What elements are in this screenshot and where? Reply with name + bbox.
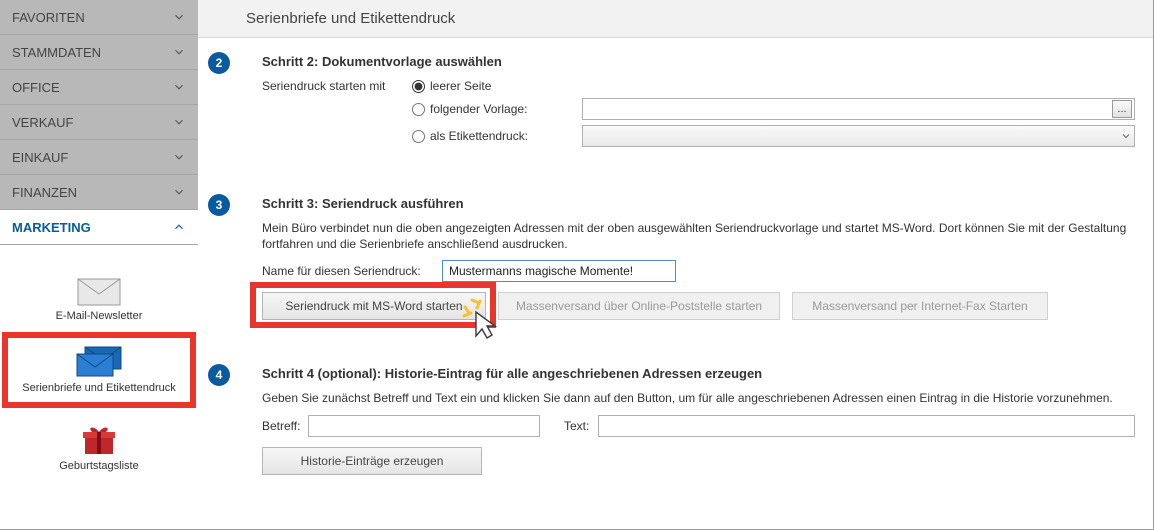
chevron-down-icon bbox=[172, 80, 186, 94]
chevron-down-icon bbox=[172, 115, 186, 129]
sidebar-group-office[interactable]: OFFICE bbox=[0, 70, 198, 105]
sidebar-group-finanzen[interactable]: FINANZEN bbox=[0, 175, 198, 210]
sidebar-group-label: FINANZEN bbox=[12, 185, 77, 200]
sidebar-group-verkauf[interactable]: VERKAUF bbox=[0, 105, 198, 140]
template-path-field[interactable]: ... bbox=[582, 98, 1135, 120]
sidebar-group-label: OFFICE bbox=[12, 80, 60, 95]
step-4: 4 Schritt 4 (optional): Historie-Eintrag… bbox=[228, 350, 1153, 485]
betreff-label: Betreff: bbox=[262, 419, 308, 433]
text-label: Text: bbox=[564, 419, 598, 433]
step-3-desc: Mein Büro verbindet nun die oben angezei… bbox=[262, 221, 1135, 252]
chevron-down-icon bbox=[172, 45, 186, 59]
radio-template-input[interactable] bbox=[412, 103, 425, 116]
app-root: FAVORITEN STAMMDATEN OFFICE VERKAUF EINK… bbox=[0, 0, 1154, 530]
step-2-lead-label: Seriendruck starten mit bbox=[262, 79, 412, 93]
sidebar-group-label: VERKAUF bbox=[12, 115, 73, 130]
radio-blank-page-label: leerer Seite bbox=[430, 79, 491, 93]
browse-button[interactable]: ... bbox=[1112, 100, 1132, 118]
tile-label: Serienbriefe und Etikettendruck bbox=[18, 382, 179, 394]
sidebar-group-label: EINKAUF bbox=[12, 150, 68, 165]
main-panel: Serienbriefe und Etikettendruck 2 Schrit… bbox=[198, 0, 1153, 529]
sidebar-group-favoriten[interactable]: FAVORITEN bbox=[0, 0, 198, 35]
chevron-up-icon bbox=[172, 220, 186, 234]
tile-geburtstagsliste[interactable]: Geburtstagsliste bbox=[0, 416, 198, 480]
start-online-poststelle-button[interactable]: Massenversand über Online-Poststelle sta… bbox=[498, 292, 780, 320]
main-body: 2 Schritt 2: Dokumentvorlage auswählen S… bbox=[198, 38, 1153, 529]
step-3: 3 Schritt 3: Seriendruck ausführen Mein … bbox=[228, 180, 1153, 330]
chevron-down-icon bbox=[172, 10, 186, 24]
sidebar-marketing-panel: E-Mail-Newsletter Serienbriefe und Etike… bbox=[0, 245, 198, 529]
sidebar-group-label: STAMMDATEN bbox=[12, 45, 101, 60]
tile-label: Geburtstagsliste bbox=[59, 460, 138, 472]
tile-serienbriefe[interactable]: Serienbriefe und Etikettendruck bbox=[0, 338, 198, 402]
radio-labelprint-label: als Etikettendruck: bbox=[430, 129, 528, 143]
radio-labelprint[interactable]: als Etikettendruck: bbox=[412, 129, 528, 143]
step-2-title: Schritt 2: Dokumentvorlage auswählen bbox=[262, 54, 1135, 69]
sidebar-group-label: FAVORITEN bbox=[12, 10, 85, 25]
envelope-icon bbox=[77, 278, 121, 306]
page-title: Serienbriefe und Etikettendruck bbox=[198, 0, 1153, 38]
step-badge-4: 4 bbox=[208, 364, 230, 386]
radio-labelprint-input[interactable] bbox=[412, 130, 425, 143]
start-internet-fax-button[interactable]: Massenversand per Internet-Fax Starten bbox=[792, 292, 1048, 320]
radio-template[interactable]: folgender Vorlage: bbox=[412, 102, 527, 116]
seriendruck-name-input[interactable] bbox=[442, 260, 676, 282]
step-3-title: Schritt 3: Seriendruck ausführen bbox=[262, 196, 1135, 211]
tile-email-newsletter[interactable]: E-Mail-Newsletter bbox=[0, 270, 198, 330]
envelopes-icon bbox=[75, 346, 123, 378]
step-4-title: Schritt 4 (optional): Historie-Eintrag f… bbox=[262, 366, 1135, 381]
radio-blank-page[interactable]: leerer Seite bbox=[412, 79, 491, 93]
labelprint-combo[interactable] bbox=[582, 125, 1135, 147]
step-2: 2 Schritt 2: Dokumentvorlage auswählen S… bbox=[228, 38, 1153, 162]
chevron-down-icon bbox=[1120, 130, 1132, 142]
start-msword-button[interactable]: Seriendruck mit MS-Word starten bbox=[262, 292, 486, 320]
chevron-down-icon bbox=[172, 150, 186, 164]
step-badge-2: 2 bbox=[208, 52, 230, 74]
tile-label: E-Mail-Newsletter bbox=[56, 310, 143, 322]
gift-icon bbox=[82, 424, 116, 456]
text-input[interactable] bbox=[598, 415, 1135, 437]
sidebar-group-label: MARKETING bbox=[12, 220, 91, 235]
betreff-input[interactable] bbox=[308, 415, 540, 437]
step-badge-3: 3 bbox=[208, 194, 230, 216]
sidebar-group-stammdaten[interactable]: STAMMDATEN bbox=[0, 35, 198, 70]
create-history-entries-button[interactable]: Historie-Einträge erzeugen bbox=[262, 447, 482, 475]
step-4-desc: Geben Sie zunächst Betreff und Text ein … bbox=[262, 391, 1135, 407]
radio-template-label: folgender Vorlage: bbox=[430, 102, 527, 116]
step-3-button-row: Seriendruck mit MS-Word starten Massenve bbox=[262, 292, 1135, 320]
radio-blank-page-input[interactable] bbox=[412, 80, 425, 93]
sidebar-group-einkauf[interactable]: EINKAUF bbox=[0, 140, 198, 175]
step-3-name-label: Name für diesen Seriendruck: bbox=[262, 264, 442, 278]
sidebar: FAVORITEN STAMMDATEN OFFICE VERKAUF EINK… bbox=[0, 0, 198, 529]
sidebar-group-marketing[interactable]: MARKETING bbox=[0, 210, 198, 245]
chevron-down-icon bbox=[172, 185, 186, 199]
